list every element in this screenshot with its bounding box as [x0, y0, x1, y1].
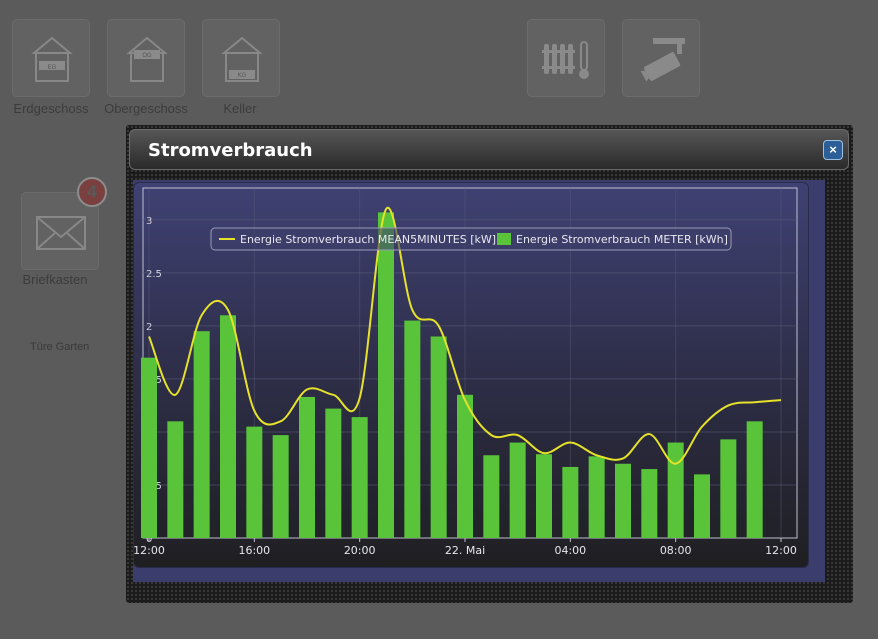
bar — [220, 315, 236, 538]
house-icon: OG — [126, 36, 168, 82]
notification-badge: 4 — [77, 177, 107, 207]
popup-title: Stromverbrauch — [148, 140, 313, 161]
bar — [378, 212, 394, 539]
tile-kamera[interactable] — [622, 19, 700, 97]
bar — [641, 469, 658, 538]
bar — [509, 442, 526, 538]
bar — [299, 396, 315, 538]
x-tick-label: 12:00 — [765, 544, 797, 557]
bar — [351, 417, 368, 538]
bar — [746, 421, 763, 538]
bar — [562, 466, 579, 538]
legend-bar-label: Energie Stromverbrauch METER [kWh] — [516, 233, 728, 246]
tile-erdgeschoss-sign: EG — [48, 65, 57, 71]
x-tick-label: 22. Mai — [445, 544, 485, 557]
bar — [615, 463, 631, 538]
bar — [483, 455, 500, 538]
y-tick-label: 2.5 — [146, 269, 162, 280]
bar — [141, 357, 157, 538]
house-icon: KG — [221, 36, 263, 82]
bar — [694, 474, 710, 538]
camera-icon — [640, 38, 685, 82]
legend-bar-swatch — [497, 233, 511, 245]
tile-obergeschoss-sign: OG — [142, 53, 152, 59]
bar — [667, 442, 684, 538]
x-tick-label: 20:00 — [344, 544, 376, 557]
bar — [588, 456, 605, 538]
bar — [246, 426, 263, 538]
legend-line-label: Energie Stromverbrauch MEAN5MINUTES [kW] — [240, 233, 496, 246]
bar — [457, 394, 473, 538]
x-tick-label: 04:00 — [554, 544, 586, 557]
tile-keller-label: Keller — [223, 101, 257, 116]
x-tick-label: 16:00 — [238, 544, 270, 557]
bar — [430, 336, 447, 538]
bar — [536, 454, 552, 538]
house-icon: EG — [31, 36, 73, 82]
bar — [193, 331, 210, 538]
bar — [404, 320, 421, 538]
energy-chart: 00.511.522.5312:0016:0020:0022. Mai04:00… — [133, 187, 798, 557]
bar — [167, 421, 184, 538]
bar — [720, 439, 737, 538]
tile-keller-sign: KG — [238, 73, 247, 79]
x-tick-label: 12:00 — [133, 544, 165, 557]
radiator-icon — [542, 41, 589, 79]
close-button[interactable]: × — [823, 140, 843, 160]
tuere-garten-label: Türe Garten — [30, 341, 90, 353]
popup-header: Stromverbrauch × — [129, 129, 849, 170]
x-tick-label: 08:00 — [660, 544, 692, 557]
tile-briefkasten-label: Briefkasten — [22, 272, 88, 287]
bar — [272, 435, 289, 538]
tile-heizung[interactable] — [527, 19, 605, 97]
bar — [325, 408, 342, 538]
tile-erdgeschoss[interactable]: EG — [12, 19, 90, 97]
tile-obergeschoss[interactable]: OG — [107, 19, 185, 97]
tile-keller[interactable]: KG — [202, 19, 280, 97]
